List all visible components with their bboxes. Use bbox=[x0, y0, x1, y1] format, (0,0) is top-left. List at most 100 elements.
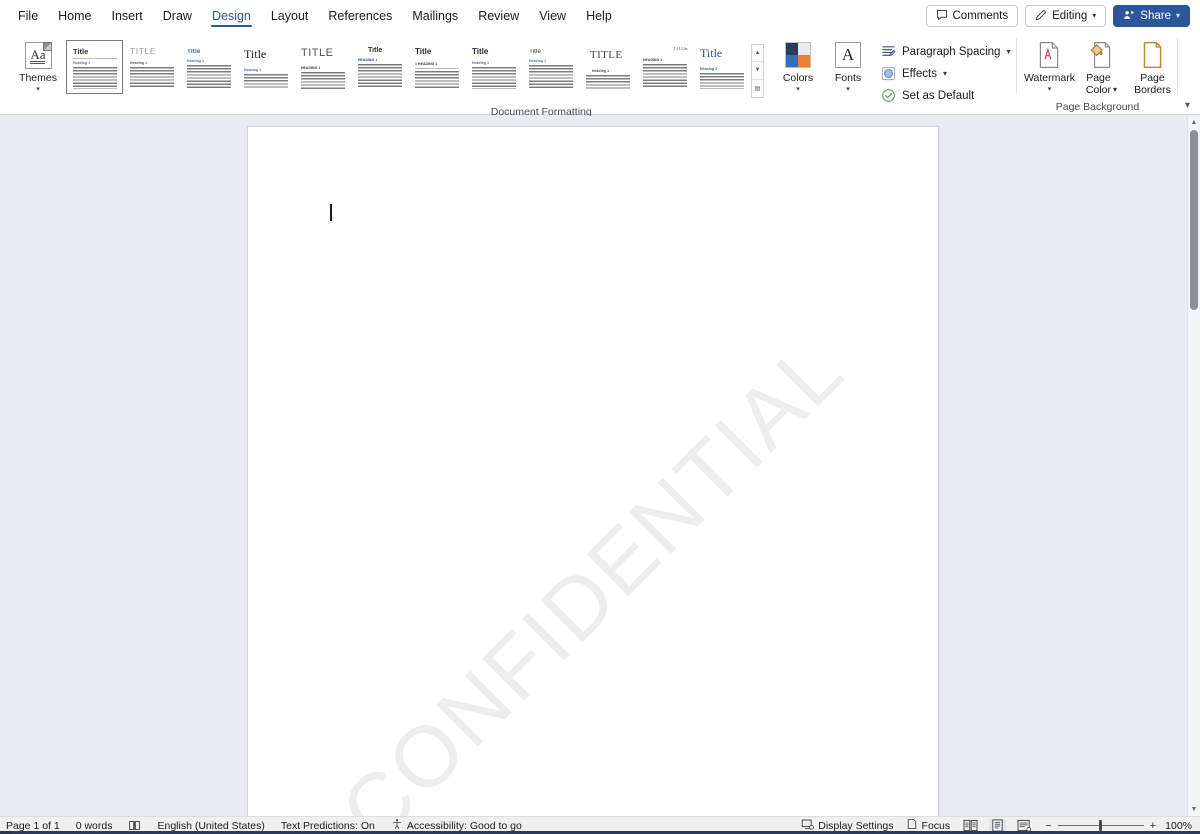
document-canvas[interactable]: CONFIDENTIAL bbox=[0, 116, 1200, 816]
set-as-default-label: Set as Default bbox=[902, 89, 975, 102]
style-set-thumbnail[interactable]: Title Heading 1 bbox=[522, 40, 579, 94]
chevron-down-icon[interactable]: ▾ bbox=[1113, 85, 1117, 94]
scroll-down-arrow-icon[interactable]: ▼ bbox=[1188, 803, 1200, 816]
page-color-label-line2: Color bbox=[1085, 83, 1112, 96]
ribbon: Aa Themes ▾ Title Heading 1 TITLE Headin… bbox=[0, 32, 1200, 118]
document-page[interactable]: CONFIDENTIAL bbox=[248, 127, 938, 816]
tab-label: Draw bbox=[162, 9, 192, 23]
chevron-down-icon[interactable]: ▾ bbox=[36, 86, 40, 94]
ribbon-collapse-button[interactable]: ▾ bbox=[1185, 100, 1190, 111]
share-person-icon bbox=[1123, 9, 1135, 24]
page-background-body: Watermark ▾ Page Color ▾ Page Borders bbox=[1017, 32, 1177, 99]
style-set-thumbnail[interactable]: Title Heading 1 bbox=[693, 40, 750, 94]
comments-button[interactable]: Comments bbox=[925, 5, 1019, 27]
tab-references[interactable]: References bbox=[318, 0, 402, 32]
watermark-icon bbox=[1036, 39, 1062, 71]
tab-insert[interactable]: Insert bbox=[102, 0, 153, 32]
thumb-title: Title bbox=[700, 47, 723, 59]
set-as-default-button[interactable]: Set as Default bbox=[878, 85, 1016, 106]
gallery-scroll-buttons[interactable]: ▲ ▼ ▤ bbox=[751, 44, 764, 98]
editing-mode-button[interactable]: Editing ▾ bbox=[1025, 5, 1107, 27]
word-application-window: File Home Insert Draw Design Layout Refe… bbox=[0, 0, 1200, 834]
thumb-title: TITLE bbox=[301, 48, 334, 59]
style-set-thumbnail[interactable]: Title Heading 1 bbox=[66, 40, 123, 94]
word-count-status[interactable]: 0 words bbox=[76, 820, 113, 832]
style-set-thumbnail[interactable]: Title 1 HEADING 1 bbox=[408, 40, 465, 94]
theme-effects-button[interactable]: Effects ▾ bbox=[878, 63, 1016, 84]
tab-label: Mailings bbox=[412, 9, 459, 23]
thumb-heading: 1 HEADING 1 bbox=[415, 62, 438, 66]
language-status[interactable]: English (United States) bbox=[157, 820, 264, 832]
page-color-button[interactable]: Page Color ▾ bbox=[1077, 36, 1125, 96]
theme-colors-icon bbox=[785, 39, 811, 71]
zoom-out-button[interactable]: − bbox=[1045, 820, 1051, 832]
style-set-thumbnail[interactable]: TITLE HEADING 1 bbox=[636, 40, 693, 94]
tab-label: References bbox=[328, 9, 393, 23]
thumb-title: Title bbox=[244, 48, 267, 60]
chevron-down-icon[interactable]: ▾ bbox=[1006, 47, 1010, 56]
scroll-down-icon[interactable]: ▼ bbox=[752, 62, 763, 80]
page-number-status[interactable]: Page 1 of 1 bbox=[6, 820, 60, 832]
zoom-level-label[interactable]: 100% bbox=[1162, 820, 1192, 832]
chevron-down-icon: ▾ bbox=[1092, 11, 1097, 20]
scroll-up-arrow-icon[interactable]: ▲ bbox=[1188, 116, 1200, 129]
style-set-gallery[interactable]: Title Heading 1 TITLE Heading 1 Title He… bbox=[66, 40, 764, 98]
watermark-label: Watermark bbox=[1024, 72, 1075, 84]
tab-draw[interactable]: Draw bbox=[153, 0, 202, 32]
style-set-thumbnail[interactable]: Title HEADING 1 bbox=[351, 40, 408, 94]
watermark-button[interactable]: Watermark ▾ bbox=[1023, 36, 1075, 94]
thumb-title: Title bbox=[187, 49, 201, 55]
comment-icon bbox=[936, 9, 948, 24]
page-borders-button[interactable]: Page Borders bbox=[1127, 36, 1177, 96]
tab-design[interactable]: Design bbox=[202, 0, 261, 32]
theme-colors-button[interactable]: Colors ▾ bbox=[774, 36, 822, 94]
tab-help[interactable]: Help bbox=[576, 0, 622, 32]
themes-label: Themes bbox=[19, 72, 57, 84]
style-set-thumbnail[interactable]: TITLE Heading 1 bbox=[579, 40, 636, 94]
theme-colors-label: Colors bbox=[782, 72, 814, 84]
thumb-heading: HEADING 1 bbox=[643, 58, 663, 62]
tab-label: Review bbox=[478, 9, 520, 23]
scrollbar-thumb[interactable] bbox=[1190, 130, 1198, 310]
set-as-default-icon bbox=[880, 88, 896, 104]
tab-file[interactable]: File bbox=[8, 0, 48, 32]
themes-button[interactable]: Aa Themes ▾ bbox=[14, 36, 62, 94]
pencil-icon bbox=[1035, 9, 1047, 24]
tab-layout[interactable]: Layout bbox=[261, 0, 319, 32]
style-set-thumbnail[interactable]: TITLE Heading 1 bbox=[123, 40, 180, 94]
chevron-down-icon[interactable]: ▾ bbox=[846, 86, 850, 94]
vertical-scrollbar[interactable]: ▲ ▼ bbox=[1187, 116, 1200, 816]
chevron-down-icon[interactable]: ▾ bbox=[796, 86, 800, 94]
chevron-down-icon[interactable]: ▾ bbox=[1048, 86, 1052, 94]
ribbon-content: Aa Themes ▾ Title Heading 1 TITLE Headin… bbox=[6, 32, 1196, 118]
theme-fonts-button[interactable]: A Fonts ▾ bbox=[824, 36, 872, 94]
share-button[interactable]: Share ▾ bbox=[1113, 5, 1190, 27]
editing-label: Editing bbox=[1052, 10, 1088, 22]
tab-mailings[interactable]: Mailings bbox=[402, 0, 468, 32]
tab-label: Layout bbox=[270, 9, 309, 23]
more-styles-icon[interactable]: ▤ bbox=[752, 80, 763, 97]
theme-fonts-label: Fonts bbox=[834, 72, 862, 84]
theme-effects-label: Effects bbox=[902, 67, 937, 80]
zoom-slider[interactable] bbox=[1057, 820, 1144, 831]
chevron-down-icon[interactable]: ▾ bbox=[943, 69, 947, 78]
titlebar-actions: Comments Editing ▾ Share ▾ bbox=[925, 5, 1200, 27]
style-set-thumbnail[interactable]: Title Heading 1 bbox=[465, 40, 522, 94]
theme-command-list: Paragraph Spacing ▾ Effects ▾ Set as Def… bbox=[872, 36, 1016, 106]
scroll-up-icon[interactable]: ▲ bbox=[752, 45, 763, 63]
thumb-title: Title bbox=[472, 48, 489, 56]
thumb-title: TITLE bbox=[673, 47, 688, 52]
tab-view[interactable]: View bbox=[529, 0, 576, 32]
thumb-heading: Heading 1 bbox=[592, 69, 610, 73]
thumb-heading: Heading 1 bbox=[472, 61, 490, 65]
paragraph-spacing-label: Paragraph Spacing bbox=[902, 45, 1001, 58]
text-predictions-status[interactable]: Text Predictions: On bbox=[281, 820, 375, 832]
zoom-slider-thumb[interactable] bbox=[1098, 820, 1102, 831]
tab-home[interactable]: Home bbox=[48, 0, 101, 32]
tab-review[interactable]: Review bbox=[468, 0, 529, 32]
style-set-thumbnail[interactable]: TITLE HEADING 1 bbox=[294, 40, 351, 94]
style-set-thumbnail[interactable]: Title Heading 1 bbox=[180, 40, 237, 94]
style-set-thumbnail[interactable]: Title Heading 1 bbox=[237, 40, 294, 94]
zoom-in-button[interactable]: + bbox=[1150, 820, 1156, 832]
paragraph-spacing-button[interactable]: Paragraph Spacing ▾ bbox=[878, 41, 1016, 62]
